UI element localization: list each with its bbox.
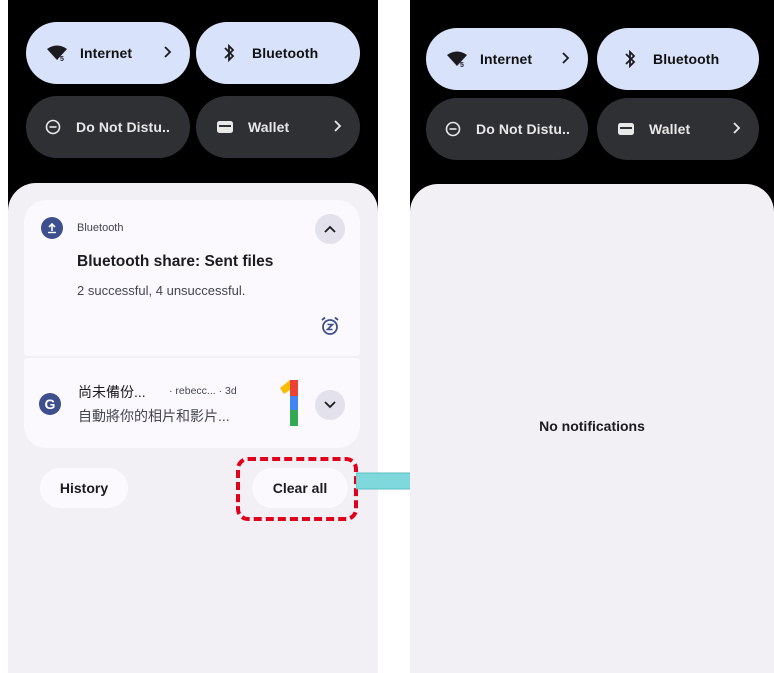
bluetooth-tile[interactable]: Bluetooth: [597, 28, 759, 90]
phone-screen-before: 5 Internet Bluetooth Do Not Distu.. Wall…: [8, 0, 378, 673]
bluetooth-tile-label: Bluetooth: [653, 51, 720, 67]
wifi-icon: 5: [444, 51, 470, 67]
internet-tile[interactable]: 5 Internet: [426, 28, 588, 90]
do-not-disturb-tile[interactable]: Do Not Distu..: [426, 98, 588, 160]
do-not-disturb-tile-label: Do Not Distu..: [476, 121, 570, 137]
wallet-tile[interactable]: Wallet: [597, 98, 759, 160]
chevron-right-icon: [334, 119, 342, 135]
wallet-tile-label: Wallet: [649, 121, 691, 137]
snooze-icon[interactable]: [320, 316, 340, 341]
chevron-right-icon: [562, 51, 570, 67]
notification-meta: · rebecc... · 3d: [169, 385, 237, 397]
chevron-right-icon: [733, 121, 741, 137]
svg-text:5: 5: [60, 56, 64, 61]
internet-tile[interactable]: 5 Internet: [26, 22, 190, 84]
chevron-right-icon: [164, 45, 172, 61]
google-backup-notification-card[interactable]: G 尚未備份... · rebecc... · 3d 自動將你的相片和影片...: [24, 358, 360, 448]
notification-text: 自動將你的相片和影片...: [78, 408, 230, 424]
do-not-disturb-tile-label: Do Not Distu..: [76, 119, 170, 135]
expand-button[interactable]: [315, 390, 345, 420]
wallet-icon: [613, 122, 639, 136]
chevron-up-icon: [324, 220, 336, 238]
wallet-tile-label: Wallet: [248, 119, 290, 135]
notification-title: 尚未備份...: [78, 384, 146, 400]
google-app-icon: G: [39, 393, 61, 415]
svg-text:5: 5: [460, 62, 464, 67]
wallet-tile[interactable]: Wallet: [196, 96, 360, 158]
chevron-down-icon: [324, 396, 336, 414]
do-not-disturb-icon: [40, 119, 66, 135]
bluetooth-tile[interactable]: Bluetooth: [196, 22, 360, 84]
do-not-disturb-tile[interactable]: Do Not Distu..: [26, 96, 190, 158]
bluetooth-icon: [617, 50, 643, 68]
clear-all-highlight: [236, 457, 358, 521]
notification-title: Bluetooth share: Sent files: [77, 253, 274, 270]
do-not-disturb-icon: [440, 121, 466, 137]
notification-text: 2 successful, 4 unsuccessful.: [77, 283, 246, 298]
internet-tile-label: Internet: [480, 51, 533, 67]
bluetooth-notification-card[interactable]: Bluetooth Bluetooth share: Sent files 2 …: [24, 200, 360, 356]
wallet-icon: [212, 120, 238, 134]
history-button[interactable]: History: [40, 468, 128, 508]
internet-tile-label: Internet: [80, 45, 133, 61]
no-notifications-message: No notifications: [539, 418, 645, 434]
notification-app-name: Bluetooth: [77, 222, 124, 234]
collapse-button[interactable]: [315, 214, 345, 244]
bluetooth-icon: [216, 44, 242, 62]
wifi-icon: 5: [44, 45, 70, 61]
bluetooth-tile-label: Bluetooth: [252, 45, 319, 61]
google-one-logo: [276, 378, 302, 433]
upload-icon: [41, 217, 63, 239]
phone-screen-after: 5 Internet Bluetooth Do Not Distu.. Wall…: [410, 0, 774, 673]
